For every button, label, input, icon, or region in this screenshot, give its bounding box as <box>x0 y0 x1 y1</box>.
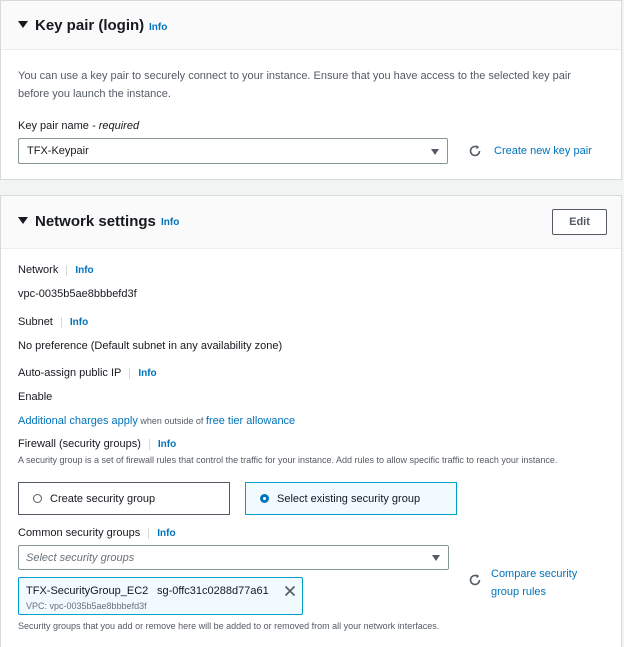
caret-down-icon[interactable] <box>18 217 28 224</box>
firewall-label: Firewall (security groups) <box>18 438 141 450</box>
divider <box>129 367 131 379</box>
keypair-panel-title: Key pair (login) <box>35 17 145 34</box>
firewall-description: A security group is a set of firewall ru… <box>18 455 558 465</box>
refresh-icon[interactable] <box>468 573 482 587</box>
common-sg-label: Common security groups <box>18 527 141 539</box>
keypair-select-value: TFX-Keypair <box>27 145 89 157</box>
charges-row: Additional charges apply when outside of… <box>18 415 295 427</box>
divider <box>60 316 62 328</box>
edit-button[interactable]: Edit <box>552 209 607 235</box>
keypair-panel: Key pair (login) Info You can use a key … <box>0 0 622 180</box>
radio-button-unchecked[interactable] <box>33 494 42 503</box>
required-text: - required <box>88 120 140 132</box>
subnet-value: No preference (Default subnet in any ava… <box>18 340 283 352</box>
keypair-description: You can use a key pair to securely conne… <box>18 70 571 100</box>
common-sg-info-link[interactable]: Info <box>157 528 175 539</box>
network-label: Network <box>18 264 59 276</box>
refresh-icon[interactable] <box>468 144 482 158</box>
compare-link-line-1[interactable]: Compare security <box>491 565 577 583</box>
common-sg-label-row: Common security groups Info <box>18 527 176 539</box>
token-name: TFX-SecurityGroup_EC2 <box>26 585 149 597</box>
security-groups-select[interactable]: Select security groups <box>18 545 449 570</box>
radio-create-label: Create security group <box>50 493 156 505</box>
token-vpc: VPC: vpc-0035b5ae8bbbefd3f <box>26 601 147 611</box>
caret-down-icon[interactable] <box>18 21 28 28</box>
firewall-info-link[interactable]: Info <box>158 439 176 450</box>
firewall-label-row: Firewall (security groups) Info <box>18 438 176 450</box>
close-icon[interactable] <box>284 585 296 597</box>
subnet-info-link[interactable]: Info <box>70 317 88 328</box>
keypair-field-label: Key pair name - required <box>18 120 139 132</box>
chevron-down-icon <box>432 555 440 561</box>
subnet-label-row: Subnet Info <box>18 316 88 328</box>
radio-create-security-group[interactable]: Create security group <box>18 482 230 515</box>
auto-ip-info-link[interactable]: Info <box>138 368 156 379</box>
network-panel-title: Network settings <box>35 213 156 230</box>
network-field-info-link[interactable]: Info <box>75 265 93 276</box>
radio-select-label: Select existing security group <box>277 493 421 505</box>
network-panel: Network settings Info Edit Network Info v… <box>0 195 622 647</box>
auto-ip-label: Auto-assign public IP <box>18 367 122 379</box>
keypair-field-label-text: Key pair name <box>18 120 89 132</box>
auto-ip-label-row: Auto-assign public IP Info <box>18 367 157 379</box>
compare-link-line-2[interactable]: group rules <box>491 583 577 601</box>
security-groups-footer-note: Security groups that you add or remove h… <box>18 621 440 631</box>
additional-charges-link[interactable]: Additional charges apply <box>18 415 138 427</box>
network-value: vpc-0035b5ae8bbbefd3f <box>18 288 137 300</box>
auto-ip-value: Enable <box>18 391 53 403</box>
compare-rules-link[interactable]: Compare security group rules <box>491 565 577 601</box>
divider <box>148 527 150 539</box>
create-keypair-link[interactable]: Create new key pair <box>494 145 592 157</box>
radio-button-checked[interactable] <box>260 494 269 503</box>
keypair-select[interactable]: TFX-Keypair <box>18 138 448 164</box>
free-tier-link[interactable]: free tier allowance <box>206 415 295 427</box>
keypair-info-link[interactable]: Info <box>149 22 167 33</box>
token-id: sg-0ffc31c0288d77a61 <box>157 585 269 597</box>
security-groups-placeholder: Select security groups <box>26 552 135 564</box>
radio-select-existing-security-group[interactable]: Select existing security group <box>245 482 457 515</box>
keypair-panel-header[interactable]: Key pair (login) Info <box>1 1 621 50</box>
subnet-label: Subnet <box>18 316 53 328</box>
network-info-link[interactable]: Info <box>161 217 179 228</box>
divider <box>148 438 150 450</box>
chevron-down-icon <box>431 149 439 155</box>
selected-security-group-token: TFX-SecurityGroup_EC2 sg-0ffc31c0288d77a… <box>18 577 303 615</box>
charges-mid-text: when outside of <box>137 416 206 426</box>
divider <box>66 264 68 276</box>
network-panel-header[interactable]: Network settings Info Edit <box>1 196 621 249</box>
network-label-row: Network Info <box>18 264 94 276</box>
